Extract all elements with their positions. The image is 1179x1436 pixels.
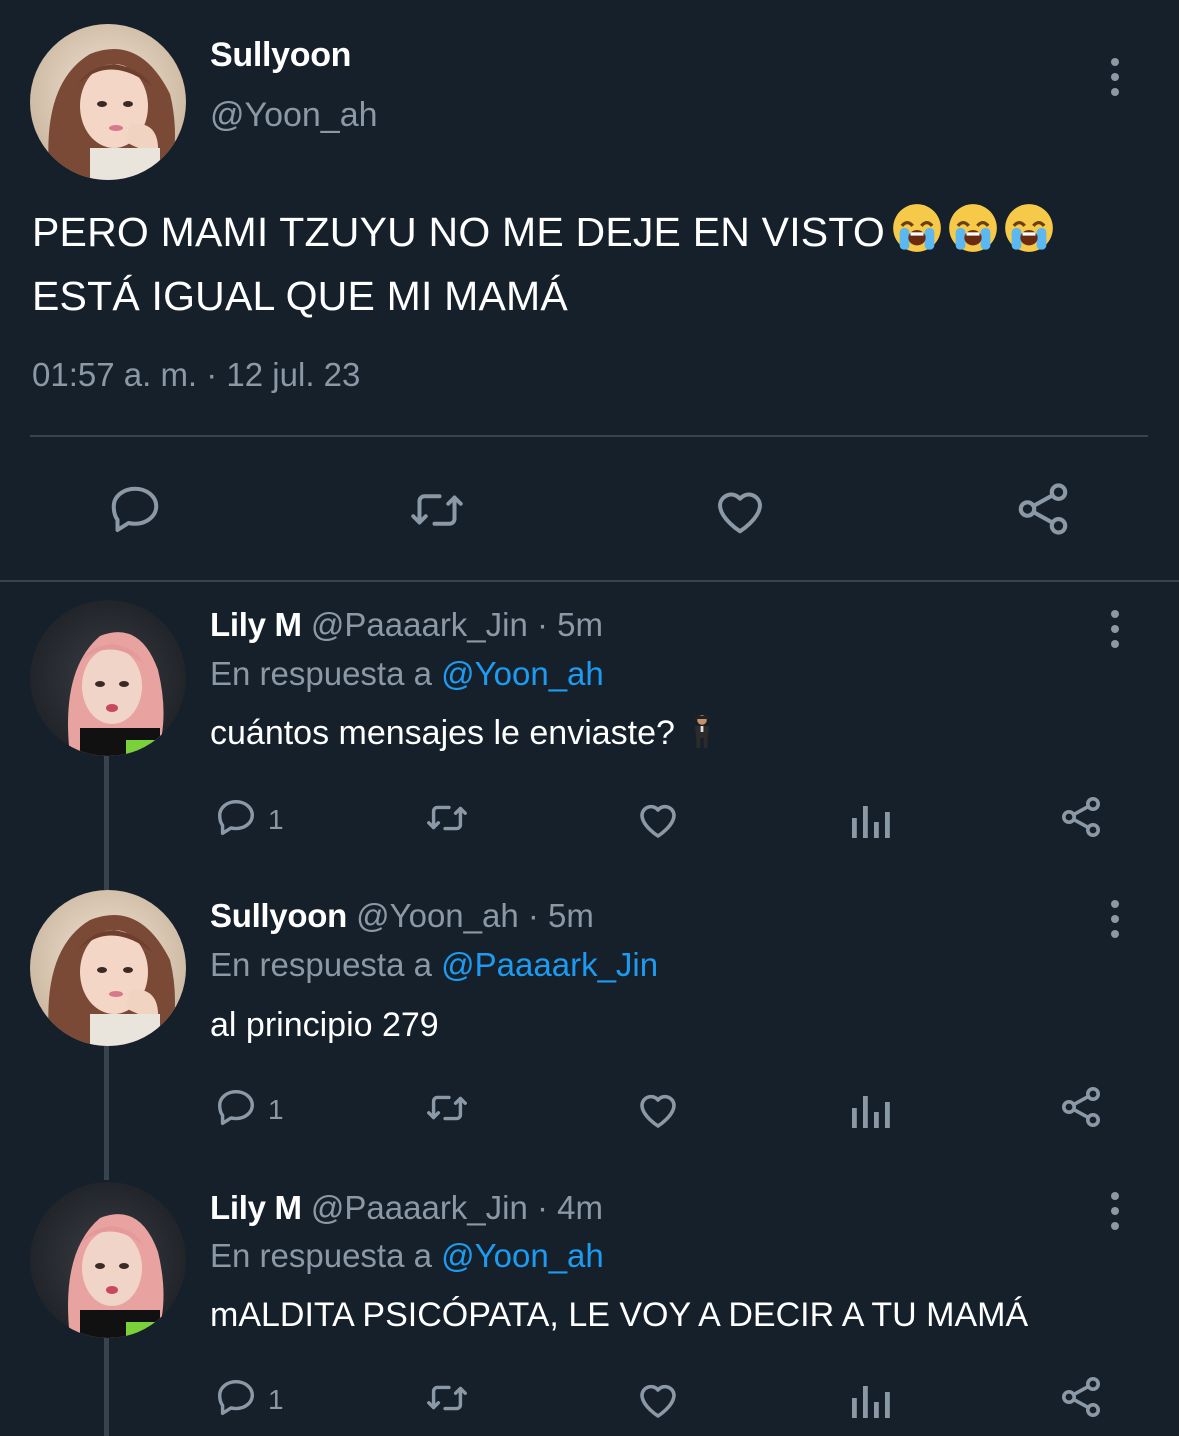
tweet-text-line1: PERO MAMI TZUYU NO ME DEJE EN VISTO	[32, 209, 885, 255]
avatar[interactable]	[30, 600, 186, 756]
author-meta[interactable]: @Yoon_ah · 5m	[356, 897, 594, 934]
thread-line	[104, 1338, 109, 1436]
loudly-crying-face-icon	[947, 202, 999, 254]
author-name[interactable]: Lily M	[210, 1189, 302, 1226]
like-icon[interactable]	[634, 1085, 682, 1133]
thread-line	[104, 756, 109, 890]
share-icon[interactable]	[1057, 1083, 1105, 1131]
divider	[30, 435, 1148, 437]
reply-header: Lily M @Paaaark_Jin · 5m	[210, 606, 603, 644]
like-icon[interactable]	[634, 795, 682, 843]
more-options-icon[interactable]	[1105, 1192, 1125, 1230]
author-name[interactable]: Sullyoon	[210, 36, 351, 75]
thread-line	[104, 1046, 109, 1180]
analytics-icon[interactable]	[848, 798, 892, 838]
more-options-icon[interactable]	[1105, 58, 1125, 96]
retweet-icon[interactable]	[422, 1085, 472, 1131]
author-meta[interactable]: @Paaaark_Jin · 4m	[311, 1189, 603, 1226]
tweet-timestamp[interactable]: 01:57 a. m. · 12 jul. 23	[32, 356, 360, 394]
reply-icon[interactable]	[213, 795, 259, 841]
share-icon[interactable]	[1057, 793, 1105, 841]
divider	[0, 580, 1179, 582]
analytics-icon[interactable]	[848, 1088, 892, 1128]
like-icon[interactable]	[634, 1375, 682, 1423]
author-name[interactable]: Lily M	[210, 606, 302, 643]
loudly-crying-face-icon	[891, 202, 943, 254]
reply-icon[interactable]	[213, 1085, 259, 1131]
in-reply-to-label: En respuesta a	[210, 1237, 442, 1274]
mention-link[interactable]: @Paaaark_Jin	[441, 946, 658, 983]
reply-count: 1	[268, 804, 284, 835]
in-reply-to: En respuesta a @Yoon_ah	[210, 655, 604, 693]
crying-emojis	[891, 202, 1059, 268]
in-reply-to: En respuesta a @Paaaark_Jin	[210, 946, 658, 984]
avatar[interactable]	[30, 1182, 186, 1338]
retweet-icon[interactable]	[422, 1375, 472, 1421]
in-reply-to-label: En respuesta a	[210, 946, 442, 983]
analytics-icon[interactable]	[848, 1378, 892, 1418]
levitating-man-emoji-icon	[695, 715, 710, 748]
mention-link[interactable]: @Yoon_ah	[441, 1237, 604, 1274]
reply-icon[interactable]	[213, 1375, 259, 1421]
avatar[interactable]	[30, 24, 186, 180]
reply-header: Lily M @Paaaark_Jin · 4m	[210, 1189, 603, 1227]
reply-text: al principio 279	[210, 1006, 439, 1044]
author-handle[interactable]: @Yoon_ah	[210, 96, 378, 135]
loudly-crying-face-icon	[1003, 202, 1055, 254]
reply-count: 1	[268, 1384, 284, 1415]
author-name[interactable]: Sullyoon	[210, 897, 347, 934]
reply-text-content: cuántos mensajes le enviaste?	[210, 714, 675, 752]
share-icon[interactable]	[1057, 1373, 1105, 1421]
retweet-icon[interactable]	[405, 480, 469, 540]
tweet-text-line2: ESTÁ IGUAL QUE MI MAMÁ	[32, 273, 568, 319]
reply-header: Sullyoon @Yoon_ah · 5m	[210, 897, 594, 935]
more-options-icon[interactable]	[1105, 610, 1125, 648]
retweet-icon[interactable]	[422, 795, 472, 841]
avatar[interactable]	[30, 890, 186, 1046]
reply-text: mALDITA PSICÓPATA, LE VOY A DECIR A TU M…	[210, 1296, 1029, 1334]
reply-text: cuántos mensajes le enviaste?	[210, 714, 716, 753]
in-reply-to: En respuesta a @Yoon_ah	[210, 1237, 604, 1275]
more-options-icon[interactable]	[1105, 900, 1125, 938]
reply-icon[interactable]	[105, 480, 165, 540]
tweet-text: PERO MAMI TZUYU NO ME DEJE EN VISTO ESTÁ…	[32, 202, 1132, 324]
author-meta[interactable]: @Paaaark_Jin · 5m	[311, 606, 603, 643]
share-icon[interactable]	[1012, 478, 1074, 540]
like-icon[interactable]	[710, 480, 770, 540]
mention-link[interactable]: @Yoon_ah	[441, 655, 604, 692]
reply-count: 1	[268, 1094, 284, 1125]
in-reply-to-label: En respuesta a	[210, 655, 442, 692]
